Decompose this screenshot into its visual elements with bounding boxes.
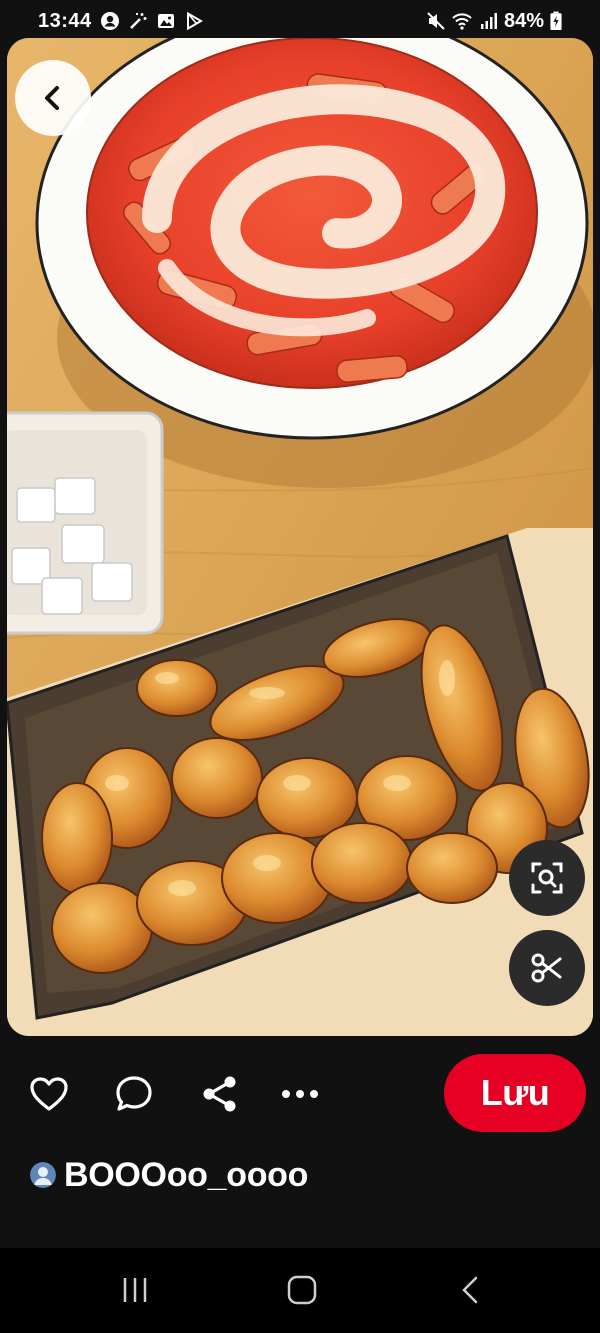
comment-button[interactable] [112,1072,156,1116]
recents-button[interactable] [110,1268,160,1312]
wifi-icon [452,13,472,30]
scissors-icon [531,953,562,983]
chevron-left-icon [45,86,59,110]
like-button[interactable] [27,1072,71,1116]
play-store-icon [186,11,203,31]
cutout-button[interactable] [509,930,585,1006]
status-right: 84% [426,10,562,33]
status-bar: 13:44 84% [0,0,600,42]
comment-icon [116,1076,152,1111]
heart-icon [30,1077,68,1111]
signal-icon [480,13,497,29]
home-button[interactable] [277,1268,327,1312]
home-icon [287,1275,317,1305]
more-button[interactable] [278,1072,322,1116]
back-icon [462,1276,478,1304]
profile-circle-icon [100,12,119,30]
avatar-icon [30,1162,56,1188]
magic-wand-icon [129,13,147,29]
back-button[interactable] [15,60,91,136]
pin-image[interactable] [7,38,593,1036]
action-bar: Lưu [0,1050,600,1140]
visual-search-button[interactable] [509,840,585,916]
mute-icon [427,12,445,30]
battery-icon [550,11,562,31]
author-username[interactable]: BOOOoo_oooo [64,1156,308,1195]
author-row[interactable]: BOOOoo_oooo [30,1150,308,1200]
lens-search-icon [531,862,563,894]
share-button[interactable] [198,1072,242,1116]
system-nav-bar [0,1248,600,1333]
food-illustration [7,38,593,1036]
share-icon [203,1076,236,1112]
save-button[interactable]: Lưu [444,1054,586,1132]
status-left: 13:44 [38,10,204,33]
gallery-icon [157,14,174,28]
status-time: 13:44 [38,9,92,32]
system-back-button[interactable] [446,1268,496,1312]
battery-percent: 84% [503,9,544,32]
more-icon [282,1090,318,1098]
recents-icon [123,1278,147,1302]
